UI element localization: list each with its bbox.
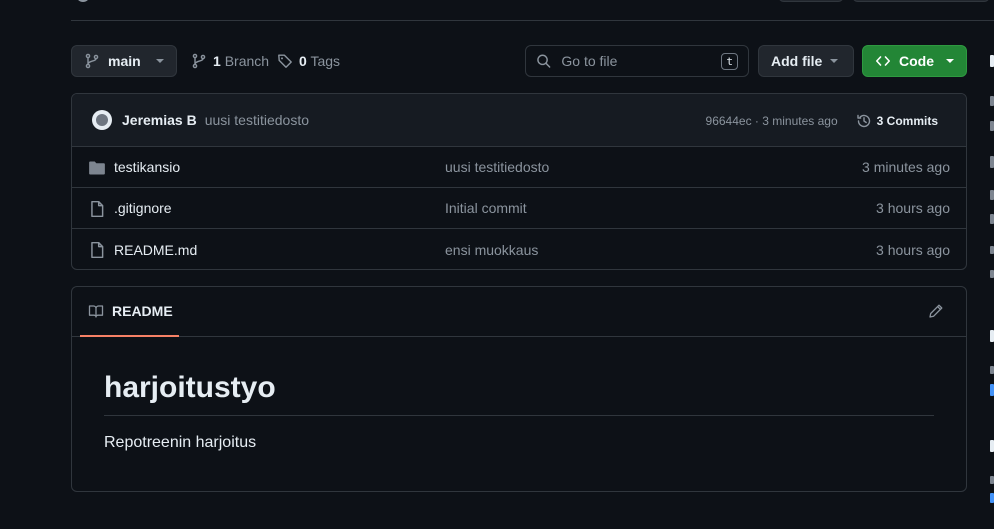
sidebar-fragment: [990, 190, 994, 200]
sidebar-fragment: [990, 493, 994, 503]
divider: [71, 20, 994, 21]
table-row[interactable]: testikansio uusi testitiedosto 3 minutes…: [72, 147, 966, 188]
file-icon: [91, 200, 104, 218]
commits-link[interactable]: 3 Commits: [856, 113, 938, 129]
branch-name: main: [108, 53, 141, 69]
tags-link[interactable]: 0 Tags: [277, 45, 340, 77]
file-name[interactable]: testikansio: [114, 159, 180, 175]
tag-count: 0: [299, 53, 307, 69]
tag-icon: [278, 54, 292, 68]
chevron-down-icon: [156, 59, 164, 63]
search-icon: [537, 54, 551, 68]
file-commit-message[interactable]: ensi muokkaus: [445, 242, 538, 258]
go-to-file-search[interactable]: t: [525, 45, 749, 77]
tag-word: Tags: [310, 53, 341, 69]
repo-toolbar: main 1 Branch 0 Tags t Add file Code: [71, 45, 967, 77]
avatar: [76, 0, 90, 2]
sidebar-fragment: [990, 330, 994, 342]
readme-content: harjoitustyo Repotreenin harjoitus: [72, 337, 966, 452]
add-file-label: Add file: [771, 53, 823, 69]
book-icon: [88, 305, 104, 318]
table-row[interactable]: .gitignore Initial commit 3 hours ago: [72, 188, 966, 229]
code-label: Code: [899, 53, 934, 69]
tab-readme[interactable]: README: [80, 287, 179, 337]
commit-message[interactable]: uusi testitiedosto: [205, 112, 309, 128]
branch-count: 1: [213, 53, 221, 69]
history-icon: [856, 114, 870, 127]
branch-word: Branch: [224, 53, 270, 69]
file-time: 3 hours ago: [876, 241, 950, 258]
code-button[interactable]: Code: [862, 45, 967, 77]
commits-count: 3: [876, 113, 884, 128]
sidebar-fragment: [990, 384, 994, 396]
file-time: 3 minutes ago: [862, 159, 950, 175]
top-header-partial: [0, 0, 994, 22]
file-name[interactable]: .gitignore: [114, 200, 172, 216]
sidebar-fragment: [990, 270, 994, 278]
readme-header: README: [72, 287, 966, 337]
branches-link[interactable]: 1 Branch: [191, 45, 269, 77]
file-time: 3 hours ago: [876, 200, 950, 216]
header-button[interactable]: [778, 0, 844, 2]
avatar[interactable]: [92, 110, 112, 130]
file-commit-message[interactable]: Initial commit: [445, 200, 527, 216]
file-name[interactable]: README.md: [114, 242, 197, 258]
file-commit-message[interactable]: uusi testitiedosto: [445, 159, 549, 175]
code-icon: [876, 56, 890, 66]
search-input[interactable]: [561, 53, 712, 69]
sidebar-fragment: [990, 476, 994, 484]
git-branch-icon: [192, 53, 206, 69]
add-file-button[interactable]: Add file: [758, 45, 854, 77]
sidebar-fragment: [990, 366, 994, 374]
branch-select-button[interactable]: main: [71, 45, 177, 77]
table-row[interactable]: README.md ensi muokkaus 3 hours ago: [72, 229, 966, 269]
pencil-icon[interactable]: [928, 303, 944, 319]
readme-title: harjoitustyo: [104, 371, 934, 416]
sidebar-fragment: [990, 156, 994, 168]
commit-author[interactable]: Jeremias B: [122, 112, 197, 128]
sidebar-fragment: [990, 214, 994, 224]
sidebar-fragment: [990, 246, 994, 254]
chevron-down-icon: [830, 59, 839, 63]
file-icon: [91, 241, 104, 259]
sidebar-fragment: [990, 440, 994, 452]
latest-commit-bar: Jeremias B uusi testitiedosto 96644ec · …: [72, 94, 966, 147]
readme-tab-label: README: [112, 303, 173, 319]
sidebar-fragment: [990, 55, 994, 67]
sidebar-fragment: [990, 121, 994, 131]
commits-word: Commits: [886, 113, 938, 128]
commit-sha-time[interactable]: 96644ec · 3 minutes ago: [706, 114, 838, 128]
chevron-down-icon: [946, 59, 954, 63]
folder-icon: [89, 161, 105, 175]
keyboard-shortcut-hint: t: [721, 52, 738, 70]
readme-panel: README harjoitustyo Repotreenin harjoitu…: [71, 286, 967, 492]
sidebar-fragment: [990, 96, 994, 106]
readme-text: Repotreenin harjoitus: [104, 434, 257, 451]
header-button-wide[interactable]: [852, 0, 990, 2]
git-branch-icon: [85, 53, 99, 69]
file-list: Jeremias B uusi testitiedosto 96644ec · …: [71, 93, 967, 270]
